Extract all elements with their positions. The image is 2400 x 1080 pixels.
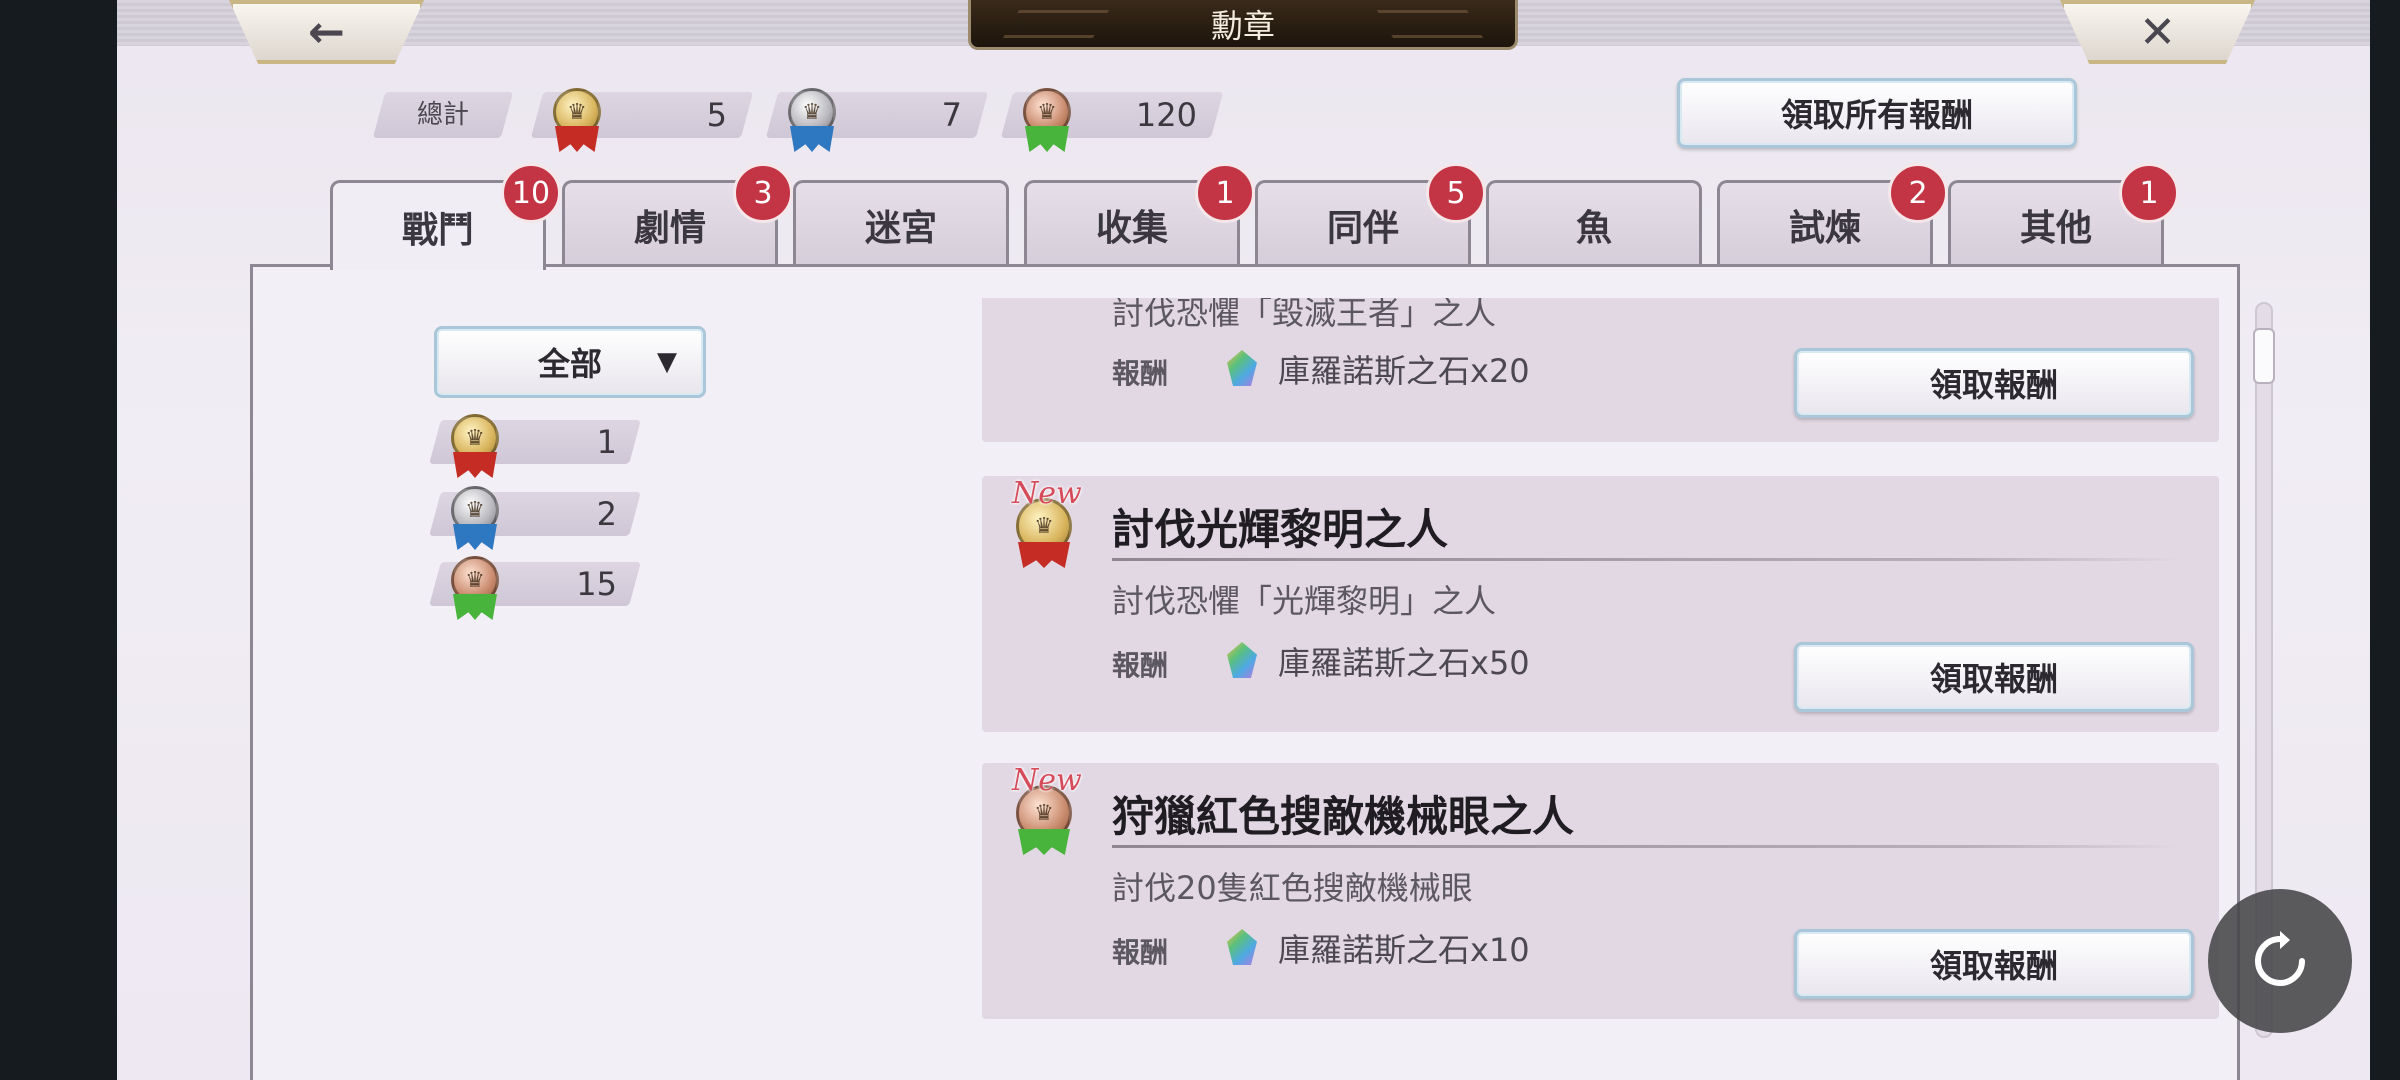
title-ornament-right [1376,10,1484,38]
gold-filter-count: 1 [596,423,617,461]
title-ornament-left [1002,10,1110,38]
new-badge: New [1012,476,1082,511]
tab-fish[interactable]: 魚 [1486,180,1702,266]
gold-medal-icon: ♛ [547,88,607,156]
tab-battle[interactable]: 戰鬥 10 [330,163,561,270]
chronos-stone-icon [1227,350,1257,386]
tab-badge: 1 [2119,163,2179,223]
total-label: 總計 [416,100,469,130]
page-title-plate: 勳章 [968,0,1518,50]
refresh-icon [2255,931,2305,986]
claim-reward-button[interactable]: 領取報酬 [1794,348,2194,418]
achievement-title: 討伐光輝黎明之人 [1112,505,1449,554]
page-title: 勳章 [1210,6,1275,45]
tab-label: 魚 [1575,206,1612,249]
tab-companions[interactable]: 同伴 5 [1255,163,1486,266]
tab-label: 迷宮 [864,206,937,249]
reward-text: 庫羅諾斯之石x50 [1278,644,1530,682]
achievement-description: 討伐恐懼「毀滅王者」之人 [1112,298,1497,332]
bronze-total-count: 120 [1135,96,1197,134]
silver-filter-count: 2 [596,495,617,533]
reward-text: 庫羅諾斯之石x10 [1278,931,1530,969]
claim-all-rewards-button[interactable]: 領取所有報酬 [1677,78,2077,148]
claim-reward-button[interactable]: 領取報酬 [1794,929,2194,999]
scrollbar-thumb[interactable] [2253,328,2275,384]
bronze-medal-icon: ♛ [1017,88,1077,156]
back-arrow-icon: ← [308,6,345,58]
reward-text: 庫羅諾斯之石x20 [1278,352,1530,390]
achievement-card: ♛ New 狩獵紅色搜敵機械眼之人 討伐20隻紅色搜敵機械眼 報酬 庫羅諾斯之石… [982,763,2219,1019]
chevron-down-icon: ▼ [657,347,677,377]
achievement-title: 狩獵紅色搜敵機械眼之人 [1112,792,1575,841]
tab-badge: 2 [1888,163,1948,223]
tab-story[interactable]: 劇情 3 [562,163,793,266]
tab-label: 戰鬥 [401,208,474,251]
claim-reward-button[interactable]: 領取報酬 [1794,642,2194,712]
gold-total-count: 5 [706,96,727,134]
silver-medal-icon: ♛ [782,88,842,156]
medal-filter-dropdown[interactable]: 全部 ▼ [434,326,706,398]
close-button[interactable]: ✕ [2060,0,2255,64]
tab-label: 試煉 [1788,206,1861,249]
chronos-stone-icon [1227,642,1257,678]
tab-label: 同伴 [1326,206,1399,249]
tab-label: 其他 [2019,206,2092,249]
achievement-list[interactable]: 討伐恐懼「毀滅王者」之人 報酬 庫羅諾斯之石x20 領取報酬 ♛ New 討伐光… [982,298,2220,1038]
refresh-button[interactable] [2208,889,2352,1033]
tab-label: 收集 [1095,206,1168,249]
tab-labyrinth[interactable]: 迷宮 [793,180,1009,266]
tab-trials[interactable]: 試煉 2 [1717,163,1948,266]
tab-other[interactable]: 其他 1 [1948,163,2179,266]
title-divider [1112,558,2182,561]
tab-badge: 10 [501,163,561,223]
achievement-card: 討伐恐懼「毀滅王者」之人 報酬 庫羅諾斯之石x20 領取報酬 [982,298,2219,442]
back-button[interactable]: ← [229,0,424,64]
reward-label: 報酬 [1112,936,1169,969]
bronze-filter-count: 15 [576,565,617,603]
tab-label: 劇情 [633,206,706,249]
game-screen: ← 勳章 ✕ 總計 ♛ 5 ♛ 7 ♛ 120 領取所有報酬 戰鬥 10 劇情 … [117,0,2370,1080]
chronos-stone-icon [1227,929,1257,965]
close-icon: ✕ [2139,6,2176,58]
tab-collection[interactable]: 收集 1 [1024,163,1255,266]
bronze-medal-icon: ♛ [445,556,505,624]
reward-label: 報酬 [1112,649,1169,682]
silver-medal-icon: ♛ [445,486,505,554]
gold-medal-icon: ♛ [445,414,505,482]
tab-badge: 1 [1195,163,1255,223]
tab-badge: 3 [733,163,793,223]
title-divider [1112,845,2182,848]
reward-label: 報酬 [1112,357,1169,390]
tab-badge: 5 [1426,163,1486,223]
new-badge: New [1012,763,1082,798]
achievement-description: 討伐恐懼「光輝黎明」之人 [1112,582,1497,620]
silver-total-count: 7 [941,96,962,134]
filter-selected-value: 全部 [537,345,602,383]
achievement-description: 討伐20隻紅色搜敵機械眼 [1112,869,1473,907]
achievement-card: ♛ New 討伐光輝黎明之人 討伐恐懼「光輝黎明」之人 報酬 庫羅諾斯之石x50… [982,476,2219,732]
